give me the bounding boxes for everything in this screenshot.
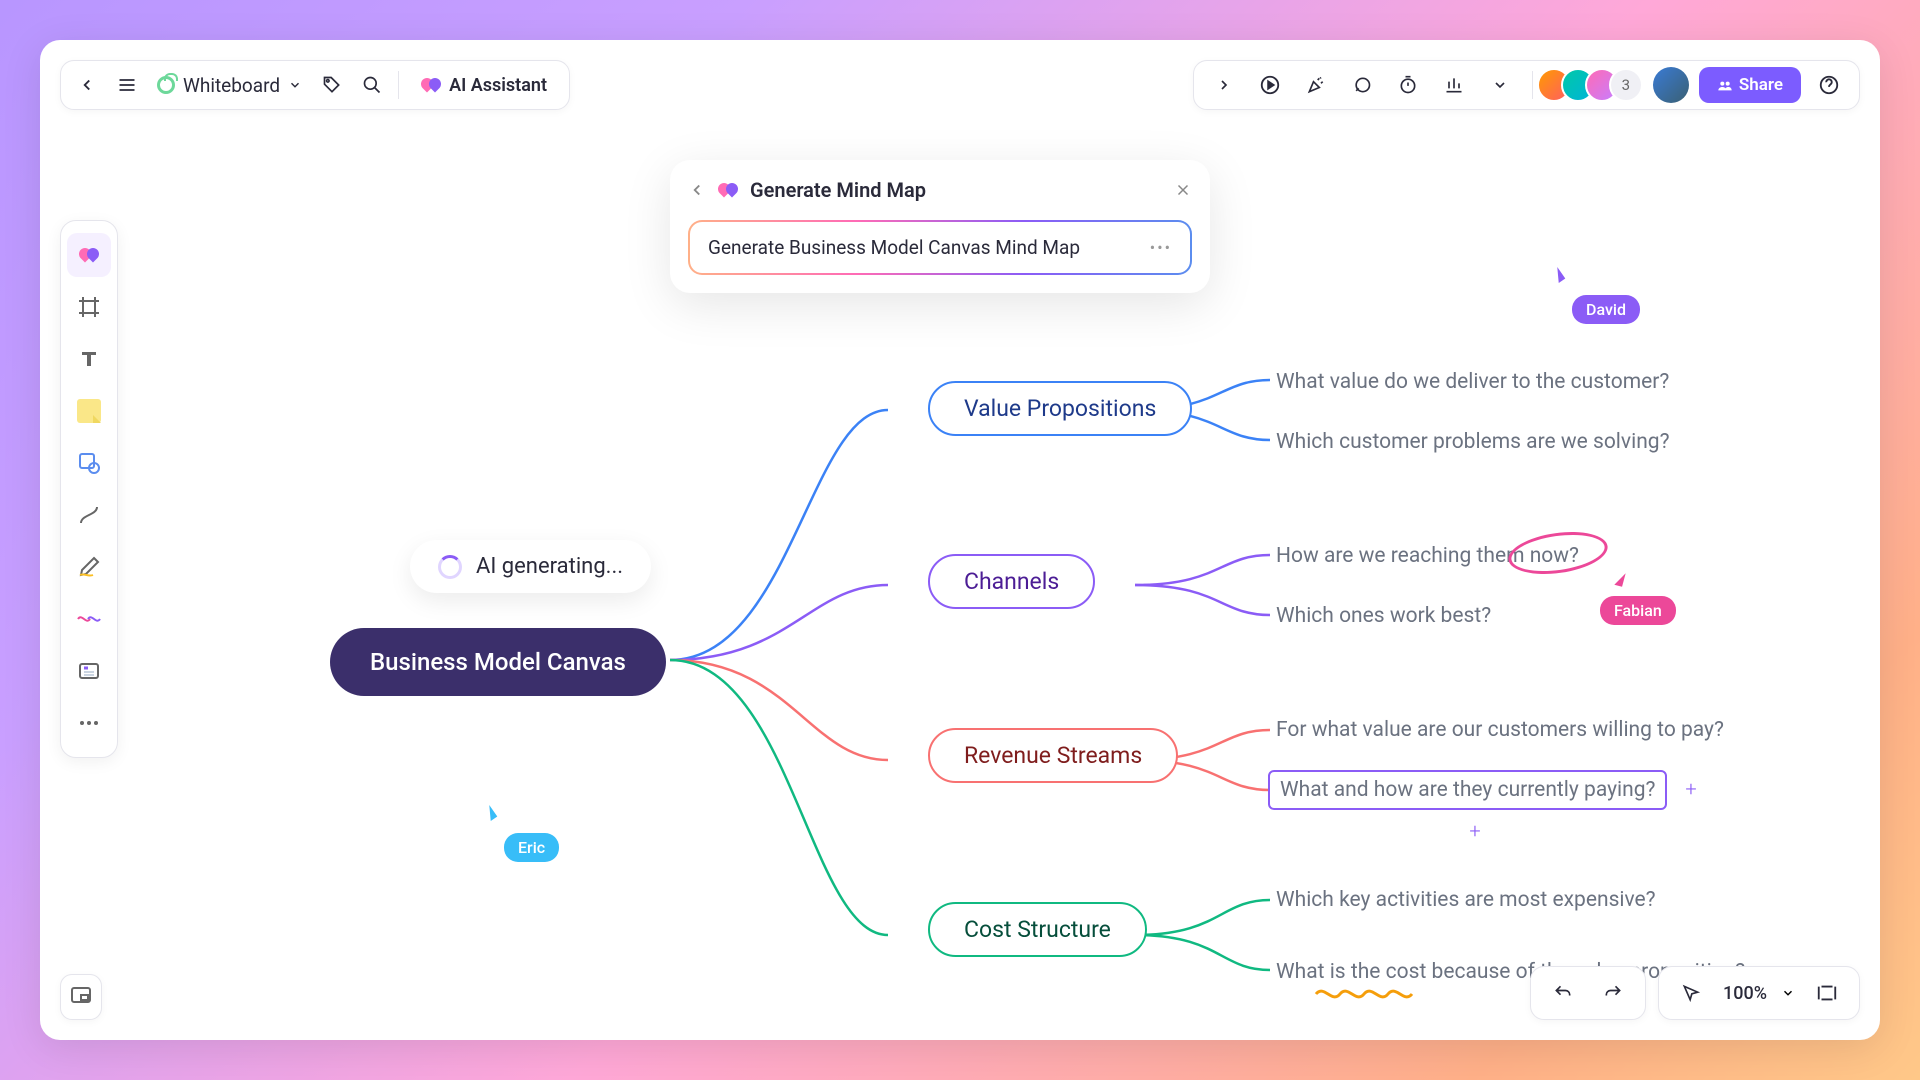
branch-channels[interactable]: Channels (928, 554, 1095, 609)
cursor-david-arrow (1551, 267, 1566, 283)
avatar-overflow-count[interactable]: 3 (1609, 68, 1643, 102)
mode-label: Whiteboard (183, 74, 280, 97)
cloud-sync-icon (157, 76, 175, 94)
panel-back-icon[interactable] (688, 181, 706, 199)
current-user-avatar[interactable] (1653, 67, 1689, 103)
cursor-eric-arrow (483, 805, 498, 821)
search-button[interactable] (354, 67, 390, 103)
annotation-squiggle (1314, 986, 1424, 1002)
share-button[interactable]: Share (1699, 67, 1801, 103)
ai-logo-icon (421, 76, 441, 94)
branch-cost-structure[interactable]: Cost Structure (928, 902, 1147, 957)
play-button[interactable] (1252, 67, 1288, 103)
tool-ai[interactable] (67, 233, 111, 277)
mindmap-root-node[interactable]: Business Model Canvas (330, 628, 666, 696)
ai-assistant-button[interactable]: AI Assistant (407, 67, 561, 103)
topbar-left: Whiteboard AI Assistant (60, 60, 570, 110)
ai-generate-panel: Generate Mind Map Generate Business Mode… (670, 160, 1210, 293)
tool-frame[interactable] (67, 285, 111, 329)
panel-title: Generate Mind Map (750, 178, 1162, 202)
back-button[interactable] (69, 67, 105, 103)
annotation-circle (1506, 526, 1611, 580)
add-sibling-button[interactable]: + (1678, 776, 1704, 802)
ai-assistant-label: AI Assistant (449, 75, 547, 96)
cursor-fabian-arrow (1614, 571, 1625, 587)
mode-selector[interactable]: Whiteboard (149, 74, 310, 97)
more-toolbar-button[interactable] (1482, 67, 1518, 103)
branch-value-propositions[interactable]: Value Propositions (928, 381, 1192, 436)
collaborator-avatars[interactable]: 3 (1547, 68, 1643, 102)
cursor-fabian: Fabian (1600, 596, 1676, 625)
tool-card[interactable] (67, 649, 111, 693)
redo-button[interactable] (1595, 975, 1631, 1011)
fit-view-button[interactable] (1809, 975, 1845, 1011)
close-icon[interactable] (1174, 181, 1192, 199)
tool-shape[interactable] (67, 441, 111, 485)
tag-button[interactable] (314, 67, 350, 103)
menu-button[interactable] (109, 67, 145, 103)
leaf-revenue-1[interactable]: For what value are our customers willing… (1276, 718, 1724, 742)
tool-pen[interactable] (67, 545, 111, 589)
view-controls: 100% (1658, 966, 1860, 1020)
generating-badge: AI generating... (410, 540, 651, 593)
loading-dots-icon: ••• (1150, 238, 1172, 257)
tool-more[interactable] (67, 701, 111, 745)
ai-logo-icon (718, 181, 738, 199)
sticky-note-icon (77, 399, 101, 423)
tool-connector[interactable] (67, 493, 111, 537)
add-child-button[interactable]: + (1462, 818, 1488, 844)
leaf-cost-1[interactable]: Which key activities are most expensive? (1276, 888, 1656, 912)
generating-label: AI generating... (476, 554, 623, 579)
expand-right-icon[interactable] (1206, 67, 1242, 103)
chart-button[interactable] (1436, 67, 1472, 103)
ai-prompt-input[interactable]: Generate Business Model Canvas Mind Map … (688, 220, 1192, 275)
tool-mindmap[interactable] (67, 597, 111, 641)
spinner-icon (438, 555, 462, 579)
leaf-value-2[interactable]: Which customer problems are we solving? (1276, 430, 1670, 454)
leaf-value-1[interactable]: What value do we deliver to the customer… (1276, 370, 1669, 394)
tool-text[interactable] (67, 337, 111, 381)
cursor-eric: Eric (504, 833, 559, 862)
ai-prompt-text: Generate Business Model Canvas Mind Map (708, 236, 1080, 259)
help-button[interactable] (1811, 67, 1847, 103)
chevron-down-icon (288, 78, 302, 92)
chevron-down-icon[interactable] (1781, 986, 1795, 1000)
share-label: Share (1739, 75, 1783, 95)
pointer-button[interactable] (1673, 975, 1709, 1011)
minimap-toggle[interactable] (60, 974, 102, 1020)
share-icon (1717, 77, 1733, 93)
cursor-david: David (1572, 295, 1640, 324)
ai-logo-icon (79, 246, 99, 264)
branch-revenue-streams[interactable]: Revenue Streams (928, 728, 1178, 783)
celebrate-button[interactable] (1298, 67, 1334, 103)
tool-sticky[interactable] (67, 389, 111, 433)
comment-button[interactable] (1344, 67, 1380, 103)
timer-button[interactable] (1390, 67, 1426, 103)
leaf-revenue-2-selected[interactable]: What and how are they currently paying? (1268, 770, 1667, 810)
undo-button[interactable] (1545, 975, 1581, 1011)
leaf-channels-2[interactable]: Which ones work best? (1276, 604, 1491, 628)
zoom-level[interactable]: 100% (1723, 983, 1767, 1004)
tool-panel (60, 220, 118, 758)
history-controls (1530, 966, 1646, 1020)
topbar-right: 3 Share (1193, 60, 1860, 110)
